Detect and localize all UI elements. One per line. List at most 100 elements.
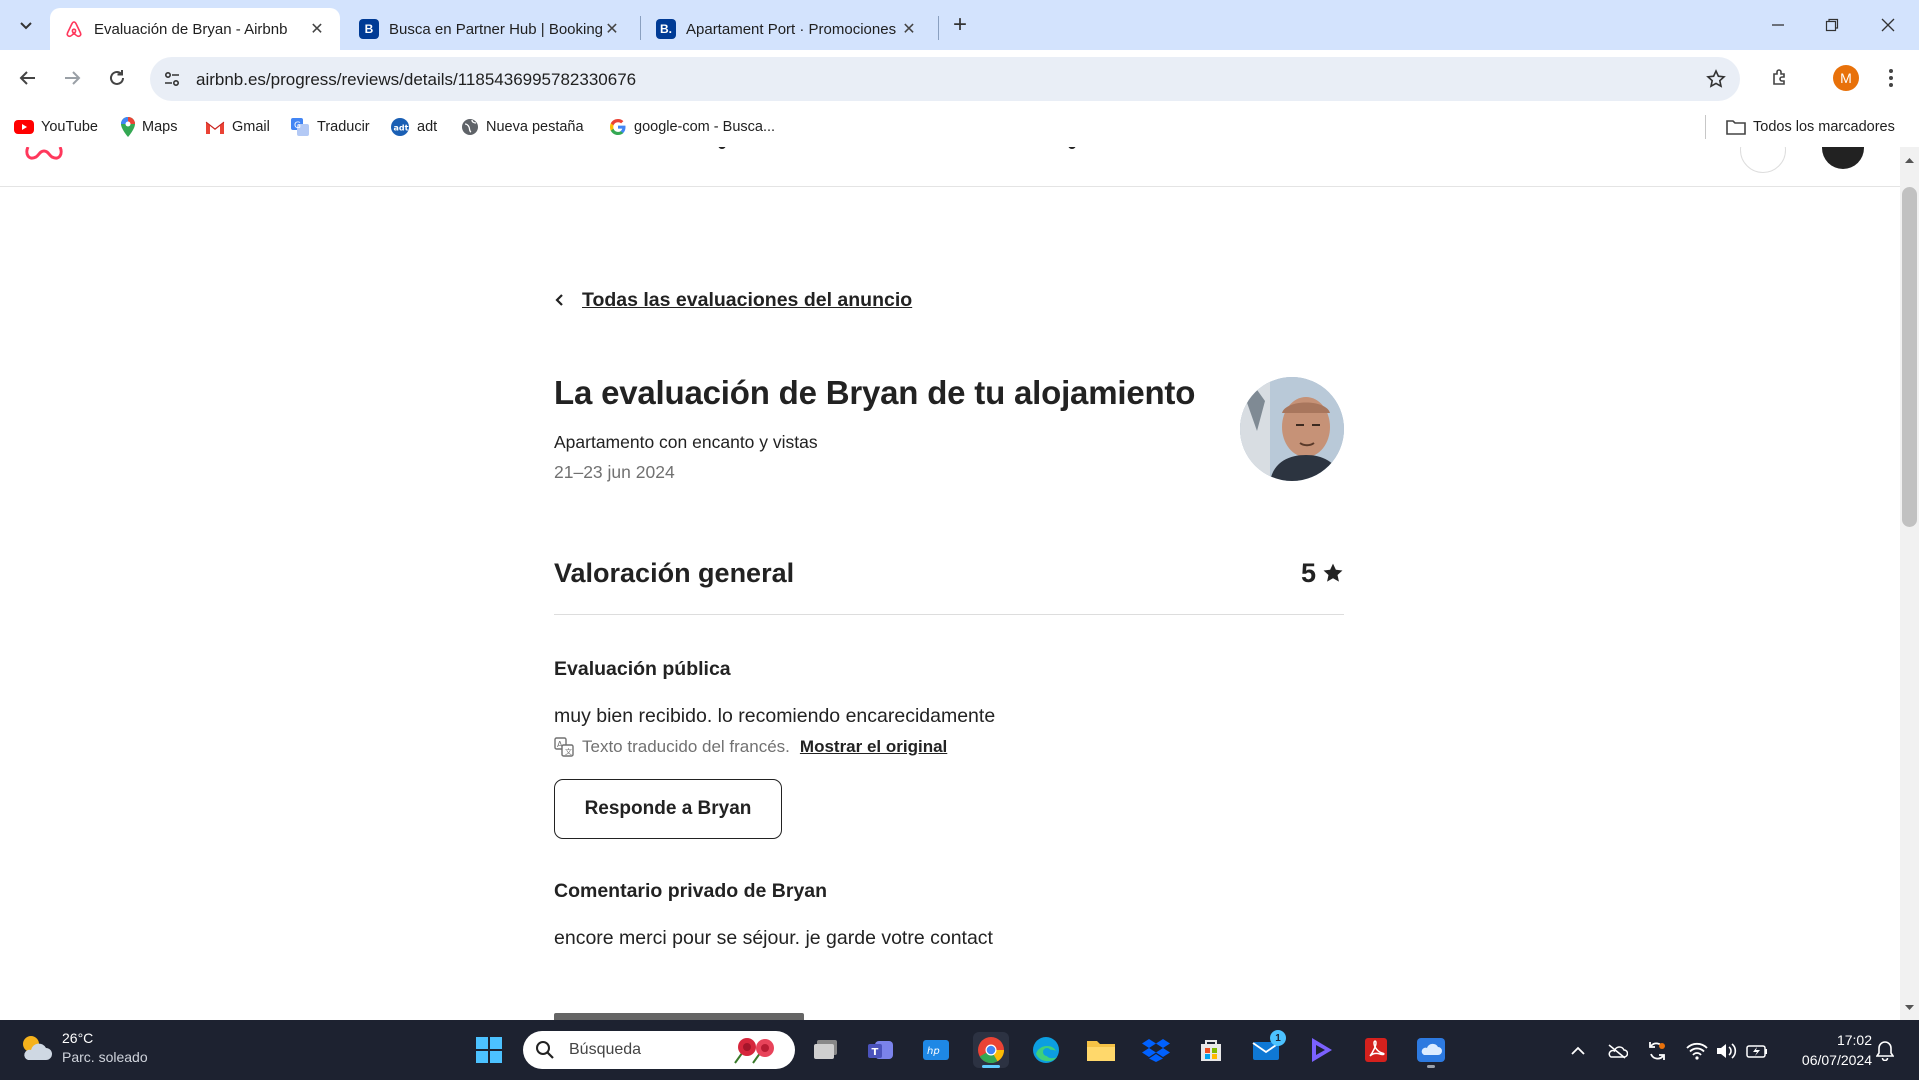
url-text[interactable]: airbnb.es/progress/reviews/details/11854… xyxy=(196,70,636,90)
translation-note: A文 Texto traducido del francés. Mostrar … xyxy=(554,735,1344,759)
scroll-down-arrow-icon[interactable] xyxy=(1905,1005,1914,1011)
host-avatar-button[interactable] xyxy=(1822,147,1864,169)
page-scrollbar[interactable] xyxy=(1900,147,1919,1020)
taskbar-search-box[interactable]: Búsqueda xyxy=(523,1031,795,1069)
site-info-button[interactable] xyxy=(160,67,184,91)
task-view-button[interactable] xyxy=(808,1032,844,1068)
scrollbar-thumb[interactable] xyxy=(1902,187,1917,527)
bookmark-traducir[interactable]: G Traducir xyxy=(290,115,370,139)
profile-button[interactable]: M xyxy=(1830,62,1862,94)
close-window-button[interactable] xyxy=(1872,9,1904,41)
bookmark-google[interactable]: google-com - Busca... xyxy=(609,115,775,139)
bookmark-adt[interactable]: adt adt xyxy=(390,115,437,139)
weather-description: Parc. soleado xyxy=(62,1049,148,1065)
scroll-up-arrow-icon[interactable] xyxy=(1905,157,1914,163)
notifications-button[interactable] xyxy=(1740,147,1786,173)
bookmark-label: Nueva pestaña xyxy=(486,119,584,135)
clock[interactable]: 17:02 06/07/2024 xyxy=(1776,1030,1872,1070)
new-tab-button[interactable]: + xyxy=(944,9,976,41)
battery-tray-button[interactable] xyxy=(1746,1040,1768,1062)
show-hidden-icons-button[interactable] xyxy=(1567,1040,1589,1062)
folder-icon xyxy=(1087,1041,1115,1061)
booking-logo-icon: B. xyxy=(656,19,676,39)
weather-widget[interactable]: 26°C Parc. soleado xyxy=(18,1029,148,1067)
overall-rating-value: 5 xyxy=(1300,557,1316,588)
tab-separator xyxy=(938,16,939,40)
minimize-button[interactable] xyxy=(1762,9,1794,41)
start-button[interactable] xyxy=(471,1032,507,1068)
overall-rating-row: Valoración general 5 xyxy=(554,553,1344,593)
back-to-reviews-link[interactable]: Todas las evaluaciones del anuncio xyxy=(554,285,1344,315)
hp-smart-icon: hp xyxy=(923,1040,949,1060)
wifi-tray-button[interactable] xyxy=(1686,1040,1708,1062)
notification-center-button[interactable] xyxy=(1874,1040,1896,1062)
tab-airbnb[interactable]: Evaluación de Bryan - Airbnb ✕ xyxy=(50,8,340,50)
restore-button[interactable] xyxy=(1816,9,1848,41)
bookmark-youtube[interactable]: YouTube xyxy=(14,115,98,139)
tab-booking-promociones[interactable]: B. Apartament Port · Promociones ✕ xyxy=(642,8,932,50)
reload-button[interactable] xyxy=(101,62,133,94)
tab-booking-partner-hub[interactable]: B Busca en Partner Hub | Booking ✕ xyxy=(345,8,635,50)
speaker-icon xyxy=(1717,1043,1737,1059)
bookmark-maps[interactable]: Maps xyxy=(121,115,177,139)
star-outline-icon xyxy=(1706,69,1726,88)
chrome-menu-button[interactable] xyxy=(1875,62,1907,94)
clock-time: 17:02 xyxy=(1836,1032,1872,1048)
bookmark-nueva-pestana[interactable]: Nueva pestaña xyxy=(461,115,584,139)
tune-icon xyxy=(164,71,180,87)
bookmark-gmail[interactable]: Gmail xyxy=(205,115,270,139)
all-bookmarks-button[interactable]: Todos los marcadores xyxy=(1726,115,1895,139)
booking-logo-icon: B xyxy=(359,19,379,39)
bookmarks-divider xyxy=(1705,115,1706,139)
chrome-taskbar-button[interactable] xyxy=(973,1032,1009,1068)
tab-title: Evaluación de Bryan - Airbnb xyxy=(94,20,288,38)
show-original-link[interactable]: Mostrar el original xyxy=(800,737,947,757)
svg-text:A: A xyxy=(557,740,563,749)
page-title: La evaluación de Bryan de tu alojamiento xyxy=(554,374,1196,411)
edge-button[interactable] xyxy=(1028,1032,1064,1068)
tab-title: Busca en Partner Hub | Booking xyxy=(389,20,603,38)
mail-button[interactable]: 1 xyxy=(1248,1030,1286,1068)
tab-search-button[interactable] xyxy=(10,9,42,41)
onedrive-app-button[interactable] xyxy=(1413,1032,1449,1068)
close-icon xyxy=(1881,18,1895,32)
maps-pin-icon xyxy=(121,117,135,137)
windows-logo-icon xyxy=(476,1037,502,1063)
close-tab-icon[interactable]: ✕ xyxy=(603,20,621,38)
close-tab-icon[interactable]: ✕ xyxy=(900,20,918,38)
private-comment-text: encore merci pour se séjour. je garde vo… xyxy=(554,927,993,949)
globe-icon xyxy=(462,119,478,135)
extensions-button[interactable] xyxy=(1764,62,1796,94)
airbnb-logo-icon xyxy=(66,21,82,38)
teams-button[interactable]: T xyxy=(863,1032,899,1068)
back-button[interactable] xyxy=(12,62,44,94)
sync-tray-button[interactable] xyxy=(1646,1040,1668,1062)
dropbox-button[interactable] xyxy=(1138,1032,1174,1068)
bookmark-star-button[interactable] xyxy=(1704,67,1728,91)
overall-rating: 5 xyxy=(1301,558,1344,589)
forward-button[interactable] xyxy=(56,62,88,94)
teams-icon: T xyxy=(868,1041,893,1059)
acrobat-icon xyxy=(1365,1038,1387,1062)
search-placeholder: Búsqueda xyxy=(569,1041,642,1058)
onedrive-tray-button[interactable] xyxy=(1606,1040,1628,1062)
bookmark-label: adt xyxy=(417,119,438,135)
volume-tray-button[interactable] xyxy=(1716,1040,1738,1062)
close-tab-icon[interactable]: ✕ xyxy=(308,20,326,38)
video-app-button[interactable] xyxy=(1303,1032,1339,1068)
bookmark-label: Maps xyxy=(142,119,178,135)
next-section-heading-clipped xyxy=(554,1013,804,1020)
airbnb-logo-icon xyxy=(25,147,63,160)
address-bar[interactable]: airbnb.es/progress/reviews/details/11854… xyxy=(150,57,1740,101)
bookmarks-bar: YouTube Maps Gmail G Traducir adt adt Nu… xyxy=(0,107,1919,147)
microsoft-store-button[interactable] xyxy=(1193,1032,1229,1068)
hp-app-button[interactable]: hp xyxy=(918,1032,954,1068)
guest-avatar[interactable] xyxy=(1240,377,1344,481)
overall-rating-label: Valoración general xyxy=(554,557,795,588)
acrobat-button[interactable] xyxy=(1358,1032,1394,1068)
arrow-left-icon xyxy=(19,71,35,85)
reply-to-guest-button[interactable]: Responde a Bryan xyxy=(554,779,782,839)
tab-title: Apartament Port · Promociones xyxy=(686,20,897,38)
file-explorer-button[interactable] xyxy=(1083,1032,1119,1068)
minimize-icon xyxy=(1772,24,1784,26)
